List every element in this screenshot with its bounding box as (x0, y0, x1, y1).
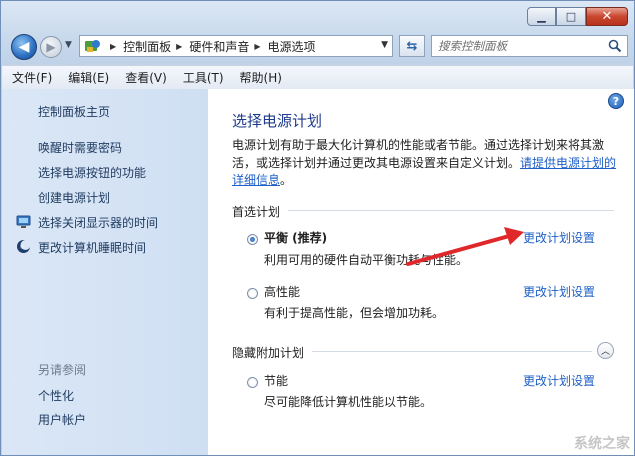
sidebar-item-user-accounts[interactable]: 用户帐户 (38, 411, 86, 428)
help-icon[interactable]: ? (608, 93, 624, 109)
sidebar-item-power-button[interactable]: 选择电源按钮的功能 (38, 164, 146, 181)
search-box[interactable] (431, 35, 628, 57)
plan-high-performance-radio[interactable] (247, 288, 258, 299)
caption-buttons: ▁ □ ✕ (527, 7, 628, 27)
plan-high-performance-name[interactable]: 高性能 (264, 283, 300, 300)
address-bar[interactable]: ▶ 控制面板 ▶ 硬件和声音 ▶ 电源选项 ▼ (79, 35, 393, 57)
plan-balanced-radio[interactable] (247, 234, 258, 245)
hidden-plans-header: 隐藏附加计划 (232, 346, 305, 360)
expand-hidden-plans-button[interactable]: ︿ (597, 342, 614, 359)
plan-high-performance-desc: 有利于提高性能，但会增加功耗。 (264, 306, 445, 320)
plan-power-saver-radio[interactable] (247, 377, 258, 388)
navigation-bar: ◀ ▶ ▼ ▶ 控制面板 ▶ 硬件和声音 ▶ 电源选项 ▼ ⇆ (9, 34, 628, 60)
menu-file[interactable]: 文件(F) (12, 69, 52, 86)
address-dropdown-icon[interactable]: ▼ (381, 40, 388, 50)
preferred-plans-header: 首选计划 (232, 205, 281, 219)
plan-balanced-change-link[interactable]: 更改计划设置 (523, 229, 595, 246)
see-also-heading: 另请参阅 (38, 363, 87, 377)
page-description: 电源计划有助于最大化计算机的性能或者节能。通过选择计划来将其激活，或选择计划并通… (232, 138, 617, 187)
search-icon[interactable] (608, 39, 622, 53)
sidebar-home-link[interactable]: 控制面板主页 (38, 103, 110, 120)
breadcrumb-control-panel[interactable]: 控制面板 (123, 38, 171, 55)
plan-power-saver-desc: 尽可能降低计算机性能以节能。 (264, 395, 433, 409)
watermark-logo: 系统之家 (574, 436, 630, 452)
forward-button[interactable]: ▶ (40, 36, 62, 58)
power-options-window: ▁ □ ✕ ◀ ▶ ▼ ▶ 控制面板 ▶ 硬件和声音 ▶ 电源选项 ▼ ⇆ 搜索… (0, 0, 635, 456)
search-input[interactable] (438, 39, 598, 53)
plan-balanced-name[interactable]: 平衡 (推荐) (264, 229, 327, 246)
breadcrumb-power-options[interactable]: 电源选项 (268, 38, 316, 55)
menu-tools[interactable]: 工具(T) (183, 69, 224, 86)
menu-bar: 文件(F) 编辑(E) 查看(V) 工具(T) 帮助(H) (2, 65, 633, 90)
close-button[interactable]: ✕ (586, 7, 628, 26)
plan-power-saver-name[interactable]: 节能 (264, 372, 288, 389)
refresh-button[interactable]: ⇆ (399, 35, 425, 57)
sidebar-item-personalize[interactable]: 个性化 (38, 387, 74, 404)
back-button[interactable]: ◀ (11, 34, 37, 60)
control-panel-icon (84, 38, 102, 54)
plan-balanced-desc: 利用可用的硬件自动平衡功耗与性能。 (264, 253, 469, 267)
plan-high-performance-change-link[interactable]: 更改计划设置 (523, 283, 595, 300)
task-pane: 控制面板主页 唤醒时需要密码 选择电源按钮的功能 创建电源计划 选择关闭显示器的… (2, 89, 208, 455)
plan-power-saver-change-link[interactable]: 更改计划设置 (523, 372, 595, 389)
sidebar-item-create-plan[interactable]: 创建电源计划 (38, 189, 110, 206)
section-divider (312, 351, 592, 352)
maximize-button[interactable]: □ (556, 7, 586, 26)
moon-icon (16, 239, 31, 254)
menu-help[interactable]: 帮助(H) (240, 69, 282, 86)
minimize-button[interactable]: ▁ (527, 7, 556, 26)
menu-view[interactable]: 查看(V) (125, 69, 167, 86)
sidebar-item-sleep-time[interactable]: 更改计算机睡眠时间 (38, 239, 146, 256)
recent-pages-dropdown-icon[interactable]: ▼ (65, 40, 72, 50)
menu-edit[interactable]: 编辑(E) (68, 69, 109, 86)
breadcrumb-hardware-sound[interactable]: 硬件和声音 (189, 38, 249, 55)
sidebar-item-display-off[interactable]: 选择关闭显示器的时间 (38, 214, 158, 231)
sidebar-item-wake-password[interactable]: 唤醒时需要密码 (38, 139, 122, 156)
content-pane: ? 选择电源计划 电源计划有助于最大化计算机的性能或者节能。通过选择计划来将其激… (208, 89, 634, 455)
section-divider (288, 210, 614, 211)
page-title: 选择电源计划 (232, 112, 323, 130)
monitor-icon (16, 214, 31, 229)
